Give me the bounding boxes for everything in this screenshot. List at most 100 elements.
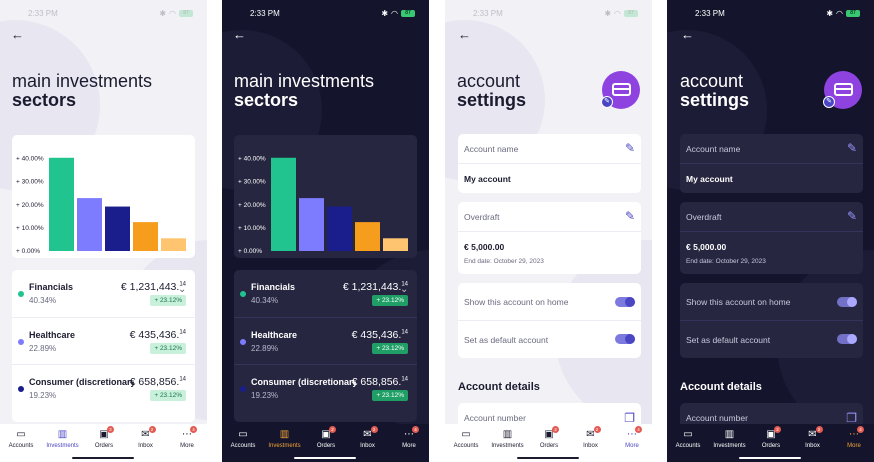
edit-pencil-icon[interactable]: ✎	[625, 141, 635, 155]
sector-amount: € 658,856.14	[352, 376, 408, 388]
account-name-card[interactable]: Account name ✎ My account	[458, 134, 641, 193]
y-tick-label: + 0.00%	[238, 248, 262, 255]
tab-investments[interactable]: ▥ Investments	[711, 428, 749, 449]
default-account-label: Set as default account	[464, 335, 549, 345]
back-arrow-icon[interactable]: ←	[458, 28, 471, 41]
sector-row[interactable]: Financials 40.34% € 1,231,443.14 + 23.12%	[234, 270, 417, 317]
chart-bar[interactable]	[49, 157, 74, 251]
default-account-toggle[interactable]	[837, 334, 857, 344]
chart-bar[interactable]	[327, 206, 352, 251]
sector-amount-cents: 14	[401, 376, 408, 383]
sector-amount-main: € 435,436.	[351, 329, 402, 341]
back-arrow-icon[interactable]: ←	[681, 28, 694, 41]
home-indicator	[72, 457, 134, 459]
tab-orders[interactable]: ▣ 2 Orders	[307, 426, 345, 449]
sector-change-badge: + 23.12%	[372, 390, 408, 401]
overdraft-card[interactable]: Overdraft ✎ € 5,000.00 End date: October…	[458, 202, 641, 274]
back-arrow-icon[interactable]: ←	[233, 28, 246, 41]
tab-orders[interactable]: ▣ 2 Orders	[530, 426, 568, 449]
tab-more[interactable]: ⋯ 4 More	[613, 426, 651, 449]
edit-pencil-icon[interactable]: ✎	[847, 209, 857, 223]
sector-row[interactable]: Healthcare 22.89% € 435,436.14 + 23.12%	[12, 317, 195, 364]
sector-row[interactable]: Healthcare 22.89% € 435,436.14 + 23.12%	[234, 317, 417, 364]
sector-percent: 19.23%	[251, 391, 279, 400]
account-avatar[interactable]: ✎	[823, 71, 862, 109]
card-icon	[834, 83, 853, 96]
edit-pencil-icon[interactable]: ✎	[625, 209, 635, 223]
tab-label: Orders	[94, 443, 114, 449]
status-time: 2:33 PM	[695, 9, 725, 18]
copy-icon[interactable]: ❐	[846, 411, 857, 425]
tab-inbox[interactable]: ✉ 2 Inbox	[572, 426, 610, 449]
wifi-icon: ◠	[391, 9, 398, 18]
show-on-home-toggle[interactable]	[615, 297, 635, 307]
toggles-card: Show this account on home Set as default…	[458, 283, 641, 358]
page-title-line1: main investments	[12, 71, 153, 91]
sector-row[interactable]: Consumer (discretionary) 19.23% € 658,856.…	[12, 364, 195, 411]
tab-more[interactable]: ⋯ 4 More	[168, 426, 206, 449]
sector-color-dot	[18, 339, 24, 345]
tab-orders[interactable]: ▣ 2 Orders	[752, 426, 790, 449]
tab-badge: 4	[635, 426, 642, 433]
tab-more[interactable]: ⋯ 4 More	[390, 426, 428, 449]
tab-badge: 2	[107, 426, 114, 433]
back-arrow-icon[interactable]: ←	[11, 28, 24, 41]
edit-avatar-icon[interactable]: ✎	[601, 96, 613, 108]
chart-bar[interactable]	[271, 157, 296, 251]
more-icon: ⋯ 4	[390, 426, 428, 441]
tab-label: Inbox	[805, 443, 820, 449]
chevron-down-icon[interactable]: ⌄	[178, 284, 186, 295]
edit-avatar-icon[interactable]: ✎	[823, 96, 835, 108]
tab-accounts[interactable]: ▭ Accounts	[2, 428, 40, 449]
tab-label: Investments	[491, 443, 524, 449]
page-title-line2: settings	[457, 90, 527, 110]
chart-bar[interactable]	[383, 238, 408, 251]
y-tick-label: + 40.00%	[16, 156, 44, 163]
edit-pencil-icon[interactable]: ✎	[847, 141, 857, 155]
account-avatar[interactable]: ✎	[601, 71, 640, 109]
tab-investments[interactable]: ▥ Investments	[266, 428, 304, 449]
tab-accounts[interactable]: ▭ Accounts	[447, 428, 485, 449]
sector-amount-main: € 435,436.	[129, 329, 180, 341]
mail-icon: ✉ 2	[794, 426, 832, 441]
tab-label: Accounts	[453, 443, 479, 449]
tab-orders[interactable]: ▣ 2 Orders	[85, 426, 123, 449]
chart-bar[interactable]	[355, 222, 380, 251]
divider	[680, 163, 863, 164]
chevron-down-icon[interactable]: ⌄	[400, 284, 408, 295]
tab-badge: 2	[329, 426, 336, 433]
overdraft-card[interactable]: Overdraft ✎ € 5,000.00 End date: October…	[680, 202, 863, 274]
tab-accounts[interactable]: ▭ Accounts	[669, 428, 707, 449]
default-account-toggle[interactable]	[615, 334, 635, 344]
tab-label: Orders	[761, 443, 781, 449]
tab-inbox[interactable]: ✉ 2 Inbox	[794, 426, 832, 449]
status-bar: 2:33 PM ✱ ◠ 87	[667, 8, 874, 20]
chart-bar[interactable]	[133, 222, 158, 251]
divider	[458, 163, 641, 164]
sector-name: Healthcare	[251, 330, 298, 340]
chart-bar[interactable]	[299, 198, 324, 251]
tab-more[interactable]: ⋯ 4 More	[835, 426, 873, 449]
y-tick-label: + 0.00%	[16, 248, 40, 255]
chart-bar[interactable]	[77, 198, 102, 251]
y-tick-label: + 40.00%	[238, 156, 266, 163]
battery-icon: 87	[179, 10, 193, 17]
tab-investments[interactable]: ▥ Investments	[489, 428, 527, 449]
chart-bar[interactable]	[161, 238, 186, 251]
tab-accounts[interactable]: ▭ Accounts	[224, 428, 262, 449]
tab-inbox[interactable]: ✉ 2 Inbox	[349, 426, 387, 449]
sector-row[interactable]: Consumer (discretionary) 19.23% € 658,856.…	[234, 364, 417, 411]
divider	[458, 320, 641, 321]
show-on-home-toggle[interactable]	[837, 297, 857, 307]
overdraft-end-date: End date: October 29, 2023	[464, 258, 544, 265]
tab-investments[interactable]: ▥ Investments	[44, 428, 82, 449]
tab-label: Orders	[539, 443, 559, 449]
tab-inbox[interactable]: ✉ 2 Inbox	[127, 426, 165, 449]
wifi-icon: ◠	[614, 9, 621, 18]
account-name-card[interactable]: Account name ✎ My account	[680, 134, 863, 193]
copy-icon[interactable]: ❐	[624, 411, 635, 425]
sector-color-dot	[240, 386, 246, 392]
sector-change-badge: + 23.12%	[372, 343, 408, 354]
chart-bar[interactable]	[105, 206, 130, 251]
sector-row[interactable]: Financials 40.34% € 1,231,443.14 + 23.12%	[12, 270, 195, 317]
